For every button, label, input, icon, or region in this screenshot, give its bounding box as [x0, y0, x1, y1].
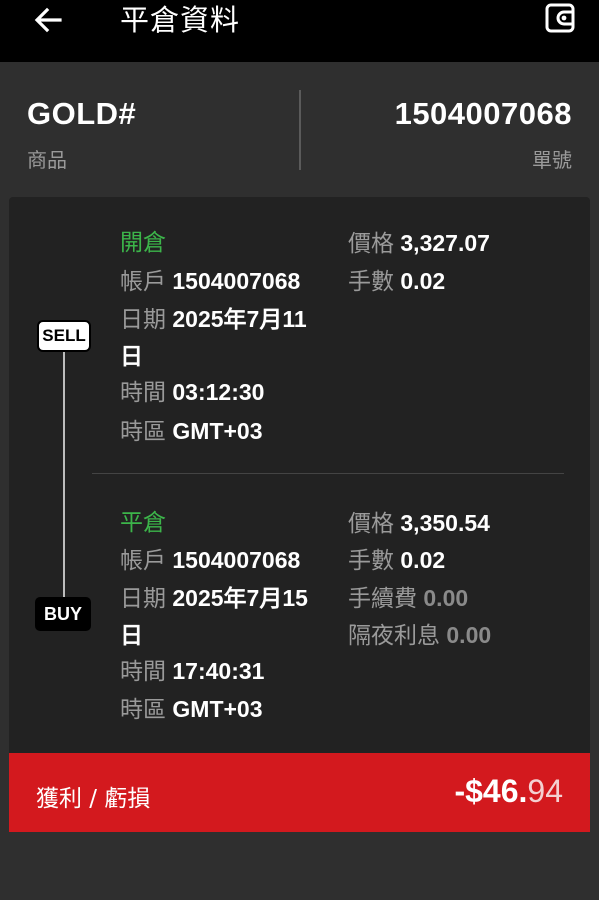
close-time-value: 17:40:31 [172, 658, 265, 684]
open-price-row: 價格 3,327.07 [348, 228, 490, 259]
close-timezone-value: GMT+03 [172, 696, 263, 722]
open-date-value: 2025年7月11 [172, 306, 307, 332]
wallet-icon [545, 3, 575, 33]
back-button[interactable] [30, 2, 66, 38]
profit-loss-label: 獲利 / 虧損 [36, 786, 151, 812]
close-account-label: 帳戶 [120, 548, 166, 574]
open-date-row: 日期 2025年7月11 [120, 304, 307, 335]
close-price-label: 價格 [348, 511, 394, 537]
buy-tag: BUY [35, 597, 91, 631]
open-account-row: 帳戶 1504007068 [120, 266, 300, 297]
close-date-label: 日期 [120, 586, 166, 612]
profit-loss-decimals: 94 [527, 773, 563, 809]
close-date-continued: 日 [120, 620, 143, 650]
close-account-row: 帳戶 1504007068 [120, 545, 300, 576]
close-commission-value: 0.00 [423, 585, 469, 611]
close-swap-label: 隔夜利息 [348, 623, 440, 649]
close-date-value-cont: 日 [120, 622, 143, 648]
open-time-label: 時間 [120, 380, 166, 406]
open-account-value: 1504007068 [172, 268, 301, 294]
close-swap-value: 0.00 [446, 622, 492, 648]
open-time-row: 時間 03:12:30 [120, 377, 264, 408]
open-timezone-label: 時區 [120, 419, 166, 445]
close-commission-label: 手續費 [348, 586, 417, 612]
close-date-value: 2025年7月15 [172, 585, 308, 611]
close-lots-label: 手數 [348, 548, 394, 574]
close-time-row: 時間 17:40:31 [120, 656, 264, 687]
top-app-bar: 平倉資料 [0, 0, 599, 62]
wallet-button[interactable] [542, 0, 578, 36]
open-timezone-row: 時區 GMT+03 [120, 416, 263, 447]
profit-loss-main: -$46. [454, 773, 528, 809]
close-swap-row: 隔夜利息 0.00 [348, 620, 491, 651]
summary-divider [299, 90, 301, 170]
close-price-row: 價格 3,350.54 [348, 508, 490, 539]
timeline-line [63, 337, 65, 607]
open-section-title: 開倉 [120, 230, 166, 256]
open-date-continued: 日 [120, 341, 143, 371]
close-lots-value: 0.02 [400, 547, 446, 573]
open-timezone-value: GMT+03 [172, 418, 263, 444]
close-price-value: 3,350.54 [400, 510, 490, 536]
open-date-value-cont: 日 [120, 343, 143, 369]
page-title: 平倉資料 [120, 3, 241, 37]
open-date-label: 日期 [120, 307, 166, 333]
open-price-label: 價格 [348, 231, 394, 257]
open-price-value: 3,327.07 [400, 230, 490, 256]
open-lots-label: 手數 [348, 269, 394, 295]
open-lots-value: 0.02 [400, 268, 446, 294]
arrow-left-icon [34, 7, 62, 33]
trade-details-card: SELL BUY 開倉 帳戶 1504007068 日期 2025年7月11 日… [9, 197, 590, 753]
close-section-title: 平倉 [120, 510, 166, 536]
open-time-value: 03:12:30 [172, 379, 265, 405]
symbol-value: GOLD# [27, 96, 137, 131]
symbol-label: 商品 [27, 148, 67, 172]
close-timezone-label: 時區 [120, 697, 166, 723]
order-number-value: 1504007068 [394, 96, 572, 131]
profit-loss-bar: 獲利 / 虧損 -$46.94 [9, 753, 590, 832]
open-account-label: 帳戶 [120, 269, 166, 295]
sell-tag: SELL [37, 320, 91, 352]
position-summary: GOLD# 商品 1504007068 單號 [0, 62, 599, 197]
close-commission-row: 手續費 0.00 [348, 583, 468, 614]
open-lots-row: 手數 0.02 [348, 266, 445, 297]
close-time-label: 時間 [120, 659, 166, 685]
close-lots-row: 手數 0.02 [348, 545, 445, 576]
order-number-label: 單號 [532, 148, 572, 172]
profit-loss-value: -$46.94 [454, 773, 563, 810]
close-timezone-row: 時區 GMT+03 [120, 694, 263, 725]
close-account-value: 1504007068 [172, 547, 301, 573]
close-date-row: 日期 2025年7月15 [120, 583, 308, 614]
section-divider [92, 473, 564, 474]
